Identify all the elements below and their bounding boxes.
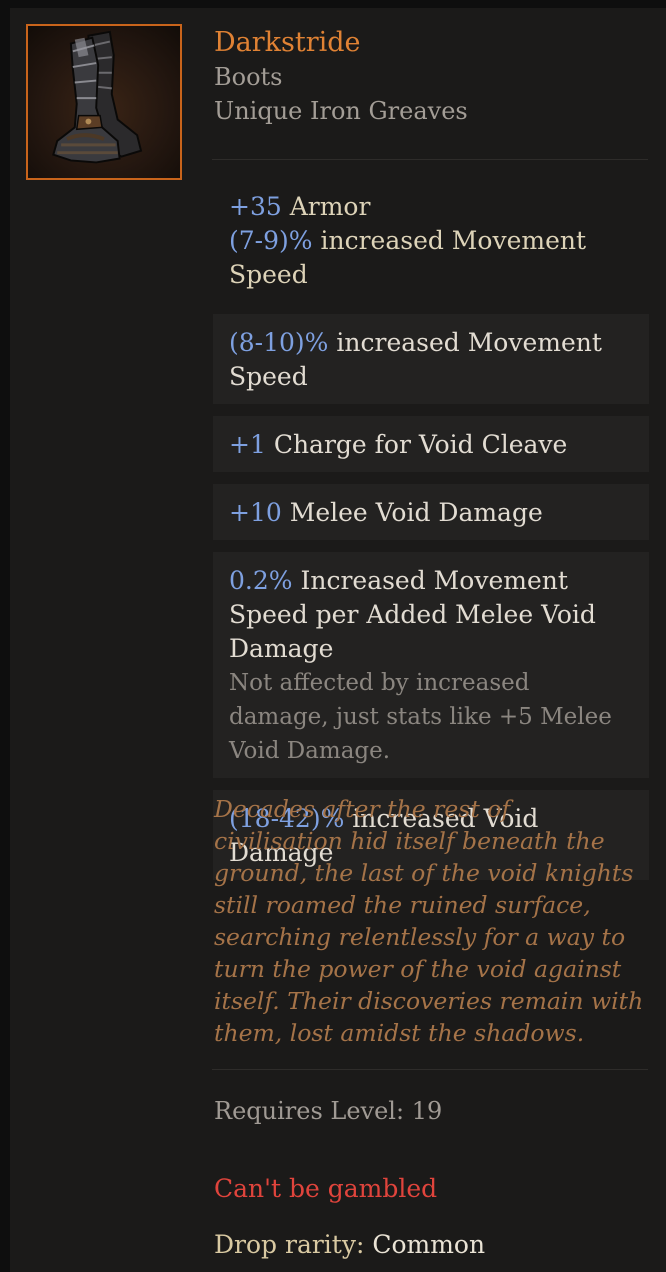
implicit-armor-value: +35 [229,192,282,221]
drop-rarity-value: Common [372,1230,486,1259]
header-divider [212,159,648,160]
item-base-type: Boots [214,63,283,91]
footer-divider [212,1069,648,1070]
affix-movespeed-per-void-damage: 0.2% Increased Movement Speed per Added … [213,552,649,778]
item-tooltip: Darkstride Boots Unique Iron Greaves +35… [10,8,666,1272]
implicit-armor-text: Armor [289,192,371,221]
affix-void-cleave-charge: +1 Charge for Void Cleave [213,416,649,472]
affix-value: +10 [229,498,282,527]
affix-text: Melee Void Damage [289,498,543,527]
affix-list: +35 Armor (7-9)% increased Movement Spee… [213,182,649,892]
item-header: Darkstride Boots Unique Iron Greaves [214,26,650,128]
level-requirement-label: Requires Level: [214,1097,405,1125]
iron-greaves-icon [26,24,182,180]
affix-melee-void-damage: +10 Melee Void Damage [213,484,649,540]
affix-note: Not affected by increased damage, just s… [229,670,612,764]
affix-text: Charge for Void Cleave [273,430,568,459]
affix-value: +1 [229,430,266,459]
implicit-mods: +35 Armor (7-9)% increased Movement Spee… [213,182,649,302]
drop-rarity-label: Drop rarity: [214,1230,365,1259]
item-subtype: Unique Iron Greaves [214,97,468,125]
drop-rarity: Drop rarity: Common [214,1228,485,1262]
implicit-movespeed-value: (7-9)% [229,226,313,255]
affix-value: 0.2% [229,566,293,595]
item-name: Darkstride [214,27,361,58]
gamble-restriction: Can't be gambled [214,1174,438,1203]
flavor-text: Decades after the rest of civilisation h… [214,795,644,1047]
level-requirement-value: 19 [411,1097,443,1125]
affix-movement-speed: (8-10)% increased Movement Speed [213,314,649,404]
affix-value: (8-10)% [229,328,329,357]
level-requirement: Requires Level: 19 [214,1094,442,1128]
